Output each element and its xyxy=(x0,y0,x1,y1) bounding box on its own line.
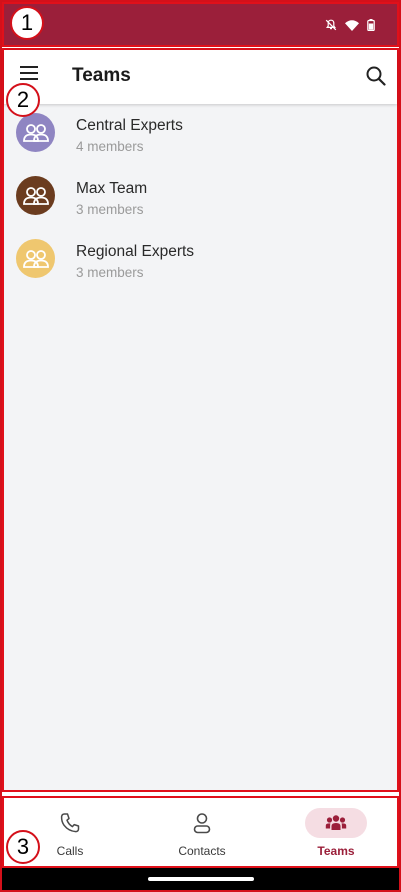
system-gesture-bar xyxy=(2,868,399,890)
nav-item-contacts[interactable]: Contacts xyxy=(142,798,262,866)
gesture-handle[interactable] xyxy=(148,877,254,881)
team-member-count: 3 members xyxy=(76,265,144,280)
annotation-marker-2: 2 xyxy=(6,83,40,117)
team-list-item[interactable]: Regional Experts 3 members xyxy=(4,236,397,299)
team-member-count: 4 members xyxy=(76,139,144,154)
status-icons xyxy=(325,19,375,31)
team-list: Central Experts 4 members Max Team 3 mem… xyxy=(4,110,397,299)
team-name: Regional Experts xyxy=(76,243,195,260)
team-name: Max Team xyxy=(76,180,148,197)
team-avatar xyxy=(16,176,55,215)
team-avatar xyxy=(16,113,55,152)
nav-label-teams: Teams xyxy=(317,844,355,858)
app-content: Teams Central Experts 4 members Max Team… xyxy=(2,48,399,792)
bottom-navigation: Calls Contacts Teams xyxy=(2,796,399,868)
hamburger-menu-icon[interactable] xyxy=(20,66,40,82)
person-icon xyxy=(193,813,211,834)
group-icon xyxy=(22,123,49,142)
battery-icon xyxy=(367,19,375,31)
annotation-marker-1: 1 xyxy=(10,6,44,40)
nav-active-indicator xyxy=(305,808,367,838)
group-icon xyxy=(22,249,49,268)
page-title: Teams xyxy=(72,65,131,86)
nav-item-teams[interactable]: Teams xyxy=(276,798,396,866)
team-list-item[interactable]: Central Experts 4 members xyxy=(4,110,397,173)
phone-icon xyxy=(60,813,80,833)
team-list-item[interactable]: Max Team 3 members xyxy=(4,173,397,236)
app-bar: Teams xyxy=(4,50,397,104)
search-icon[interactable] xyxy=(365,65,387,87)
nav-label-contacts: Contacts xyxy=(178,844,226,858)
group-icon xyxy=(325,815,347,830)
status-bar xyxy=(2,2,399,47)
wifi-icon xyxy=(345,19,359,31)
team-name: Central Experts xyxy=(76,117,183,134)
team-member-count: 3 members xyxy=(76,202,144,217)
annotation-marker-3: 3 xyxy=(6,830,40,864)
team-avatar xyxy=(16,239,55,278)
group-icon xyxy=(22,186,49,205)
notifications-off-icon xyxy=(325,19,337,31)
